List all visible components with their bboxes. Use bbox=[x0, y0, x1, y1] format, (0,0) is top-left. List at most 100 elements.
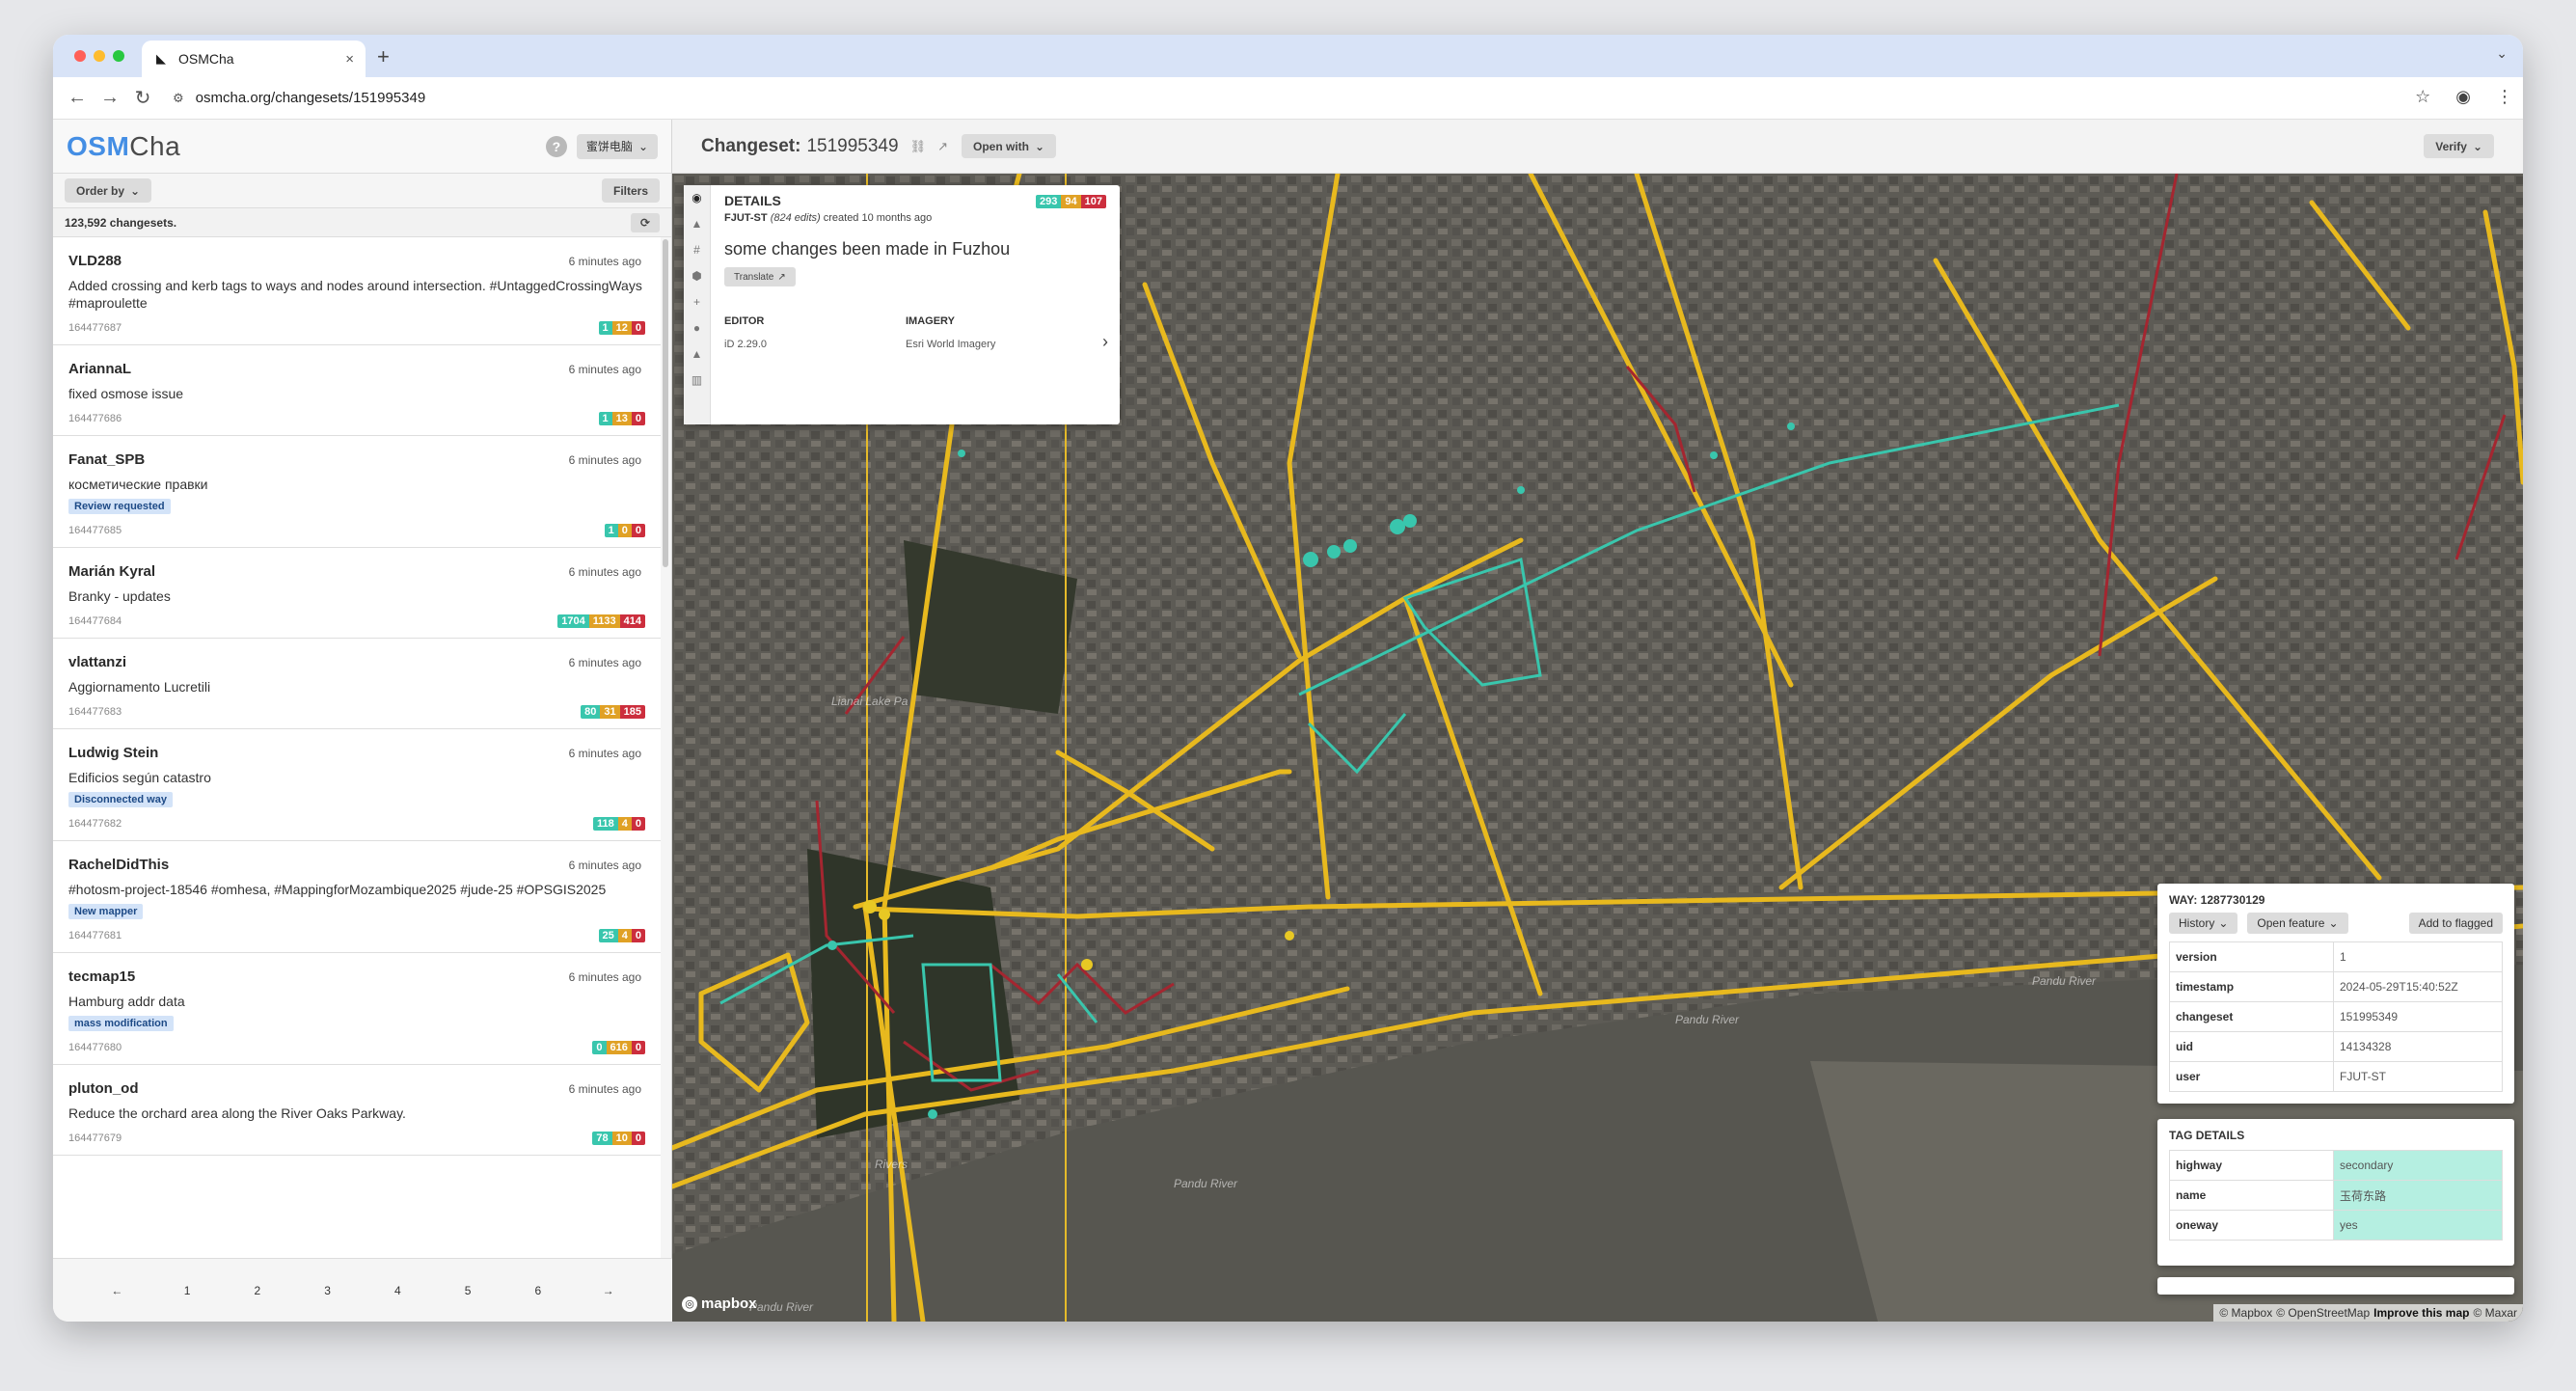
added-node bbox=[1403, 514, 1417, 528]
attribution-osm[interactable]: © OpenStreetMap bbox=[2276, 1306, 2370, 1320]
attribution-mapbox[interactable]: © Mapbox bbox=[2219, 1306, 2272, 1320]
page-link[interactable]: 1 bbox=[173, 1284, 202, 1297]
changeset-comment: Aggiornamento Lucretili bbox=[68, 679, 211, 695]
zoom-window-button[interactable] bbox=[113, 50, 124, 62]
added-node bbox=[1303, 552, 1318, 567]
features-icon[interactable]: ⬢ bbox=[691, 269, 701, 283]
mapbox-logo[interactable]: ◎ mapbox bbox=[682, 1296, 757, 1312]
attribution-maxar[interactable]: © Maxar bbox=[2473, 1306, 2517, 1320]
create-count: 293 bbox=[1036, 195, 1062, 208]
way-properties-table: version 1 timestamp 2024-05-29T15:40:52Z cha… bbox=[2169, 941, 2503, 1092]
changeset-counts: 78 10 0 bbox=[592, 1132, 645, 1145]
browser-tab[interactable]: ◣ OSMCha × bbox=[142, 41, 366, 77]
forward-icon[interactable]: → bbox=[94, 87, 126, 109]
delete-count: 107 bbox=[1080, 195, 1106, 208]
sidebar-scrollbar[interactable] bbox=[663, 239, 668, 567]
details-created: created 10 months ago bbox=[823, 212, 933, 224]
changeset-list-item[interactable]: vlattanzi 6 minutes ago Aggiornamento Lucr… bbox=[53, 639, 661, 729]
eye-icon[interactable]: ◉ bbox=[691, 191, 701, 205]
changeset-list-item[interactable]: AriannaL 6 minutes ago fixed osmose issue 1… bbox=[53, 345, 661, 436]
bookmark-star-icon[interactable]: ☆ bbox=[2415, 87, 2430, 107]
changeset-user: vlattanzi bbox=[68, 654, 127, 670]
changeset-counts: 80 31 185 bbox=[581, 705, 645, 719]
added-node bbox=[827, 941, 837, 950]
delete-count: 0 bbox=[631, 929, 645, 942]
page-link[interactable]: 4 bbox=[383, 1284, 412, 1297]
history-button[interactable]: History ⌄ bbox=[2169, 913, 2238, 934]
changeset-user: AriannaL bbox=[68, 361, 132, 377]
added-node bbox=[1710, 451, 1718, 459]
page-link[interactable]: → bbox=[594, 1284, 623, 1297]
changeset-list: VLD288 6 minutes ago Added crossing and ke… bbox=[53, 237, 661, 1258]
page-link[interactable]: ← bbox=[102, 1284, 131, 1297]
filters-button[interactable]: Filters bbox=[601, 178, 660, 203]
delete-count: 0 bbox=[631, 412, 645, 425]
chevron-down-icon: ⌄ bbox=[2328, 916, 2339, 930]
changeset-map[interactable]: Lianai Lake Pa Pandu River Pandu River R… bbox=[672, 174, 2523, 1322]
changeset-list-item[interactable]: RachelDidThis 6 minutes ago #hotosm-projec… bbox=[53, 841, 661, 953]
close-window-button[interactable] bbox=[74, 50, 86, 62]
changeset-time: 6 minutes ago bbox=[568, 970, 641, 984]
sidebar-controls: Order by ⌄ Filters bbox=[53, 174, 671, 208]
changeset-list-item[interactable]: Ludwig Stein 6 minutes ago Edificios según… bbox=[53, 729, 661, 841]
add-to-flagged-button[interactable]: Add to flagged bbox=[2408, 913, 2503, 934]
reload-icon[interactable]: ↻ bbox=[126, 86, 159, 110]
plus-icon[interactable]: + bbox=[693, 295, 700, 309]
new-tab-icon[interactable]: + bbox=[377, 44, 390, 69]
help-icon[interactable]: ? bbox=[545, 135, 567, 157]
added-node bbox=[958, 450, 965, 457]
copy-link-icon[interactable]: ⛓ bbox=[910, 139, 927, 154]
delete-count: 0 bbox=[631, 1132, 645, 1145]
chevron-right-icon[interactable]: › bbox=[1102, 332, 1108, 352]
osmcha-logo[interactable]: OSMCha bbox=[67, 131, 180, 162]
collapsed-panel[interactable] bbox=[2157, 1277, 2514, 1295]
changeset-user: RachelDidThis bbox=[68, 857, 170, 873]
site-info-icon[interactable]: ⚙ bbox=[173, 91, 184, 106]
user-icon[interactable]: ▲ bbox=[691, 347, 703, 361]
translate-button[interactable]: Translate ↗ bbox=[724, 267, 796, 286]
changeset-list-item[interactable]: Marián Kyral 6 minutes ago Branky - update… bbox=[53, 548, 661, 639]
open-with-button[interactable]: Open with ⌄ bbox=[962, 134, 1057, 158]
browser-menu-icon[interactable]: ⋮ bbox=[2496, 87, 2513, 107]
tab-search-icon[interactable]: ⌄ bbox=[2496, 45, 2508, 62]
changeset-comment: Branky - updates bbox=[68, 588, 171, 604]
page-link[interactable]: 6 bbox=[524, 1284, 553, 1297]
back-icon[interactable]: ← bbox=[61, 87, 94, 109]
details-grid: EDITOR iD 2.29.0 IMAGERY Esri World Imag… bbox=[724, 315, 1106, 350]
open-feature-button[interactable]: Open feature ⌄ bbox=[2247, 913, 2348, 934]
comment-icon[interactable]: ▲ bbox=[691, 217, 703, 231]
external-link-icon[interactable]: ↗ bbox=[937, 139, 948, 154]
changeset-list-item[interactable]: Fanat_SPB 6 minutes ago косметические прав… bbox=[53, 436, 661, 548]
changeset-id: 164477681 bbox=[68, 930, 122, 941]
property-key: version bbox=[2169, 941, 2334, 972]
changeset-list-item[interactable]: pluton_od 6 minutes ago Reduce the orchard… bbox=[53, 1065, 661, 1156]
page-link[interactable]: 5 bbox=[453, 1284, 482, 1297]
changeset-comment: Hamburg addr data bbox=[68, 994, 185, 1009]
modify-count: 12 bbox=[611, 321, 632, 335]
changeset-title: Changeset: 151995349 bbox=[701, 135, 899, 156]
verify-button[interactable]: Verify ⌄ bbox=[2424, 134, 2494, 158]
refresh-icon[interactable]: ⟳ bbox=[631, 212, 660, 232]
changeset-list-item[interactable]: tecmap15 6 minutes ago Hamburg addr data ma… bbox=[53, 953, 661, 1065]
details-user[interactable]: FJUT-ST bbox=[724, 212, 768, 224]
page-link[interactable]: 2 bbox=[243, 1284, 272, 1297]
improve-map-link[interactable]: Improve this map bbox=[2373, 1306, 2469, 1320]
discussion-icon[interactable]: ● bbox=[693, 321, 700, 335]
address-bar[interactable]: ⚙ osmcha.org/changesets/151995349 bbox=[165, 83, 2441, 114]
changeset-footer: 164477686 1 13 0 bbox=[68, 412, 645, 425]
changeset-list-item[interactable]: VLD288 6 minutes ago Added crossing and ke… bbox=[53, 237, 661, 345]
profile-icon[interactable]: ◉ bbox=[2455, 87, 2471, 107]
changeset-time: 6 minutes ago bbox=[568, 656, 641, 669]
modify-count: 13 bbox=[611, 412, 632, 425]
changeset-time: 6 minutes ago bbox=[568, 1082, 641, 1096]
details-rail: ◉ ▲ # ⬢ + ● ▲ ▥ bbox=[684, 185, 711, 424]
way-panel: WAY: 1287730129 History ⌄ Open feature ⌄ A… bbox=[2157, 884, 2514, 1104]
order-by-button[interactable]: Order by ⌄ bbox=[65, 178, 152, 203]
close-tab-icon[interactable]: × bbox=[345, 51, 354, 68]
changeset-counts: 1 13 0 bbox=[598, 412, 645, 425]
minimize-window-button[interactable] bbox=[94, 50, 105, 62]
page-link[interactable]: 3 bbox=[313, 1284, 342, 1297]
hashtag-icon[interactable]: # bbox=[693, 243, 700, 257]
user-menu-button[interactable]: 蜜饼电脑 ⌄ bbox=[576, 133, 658, 159]
map-style-icon[interactable]: ▥ bbox=[691, 373, 702, 387]
